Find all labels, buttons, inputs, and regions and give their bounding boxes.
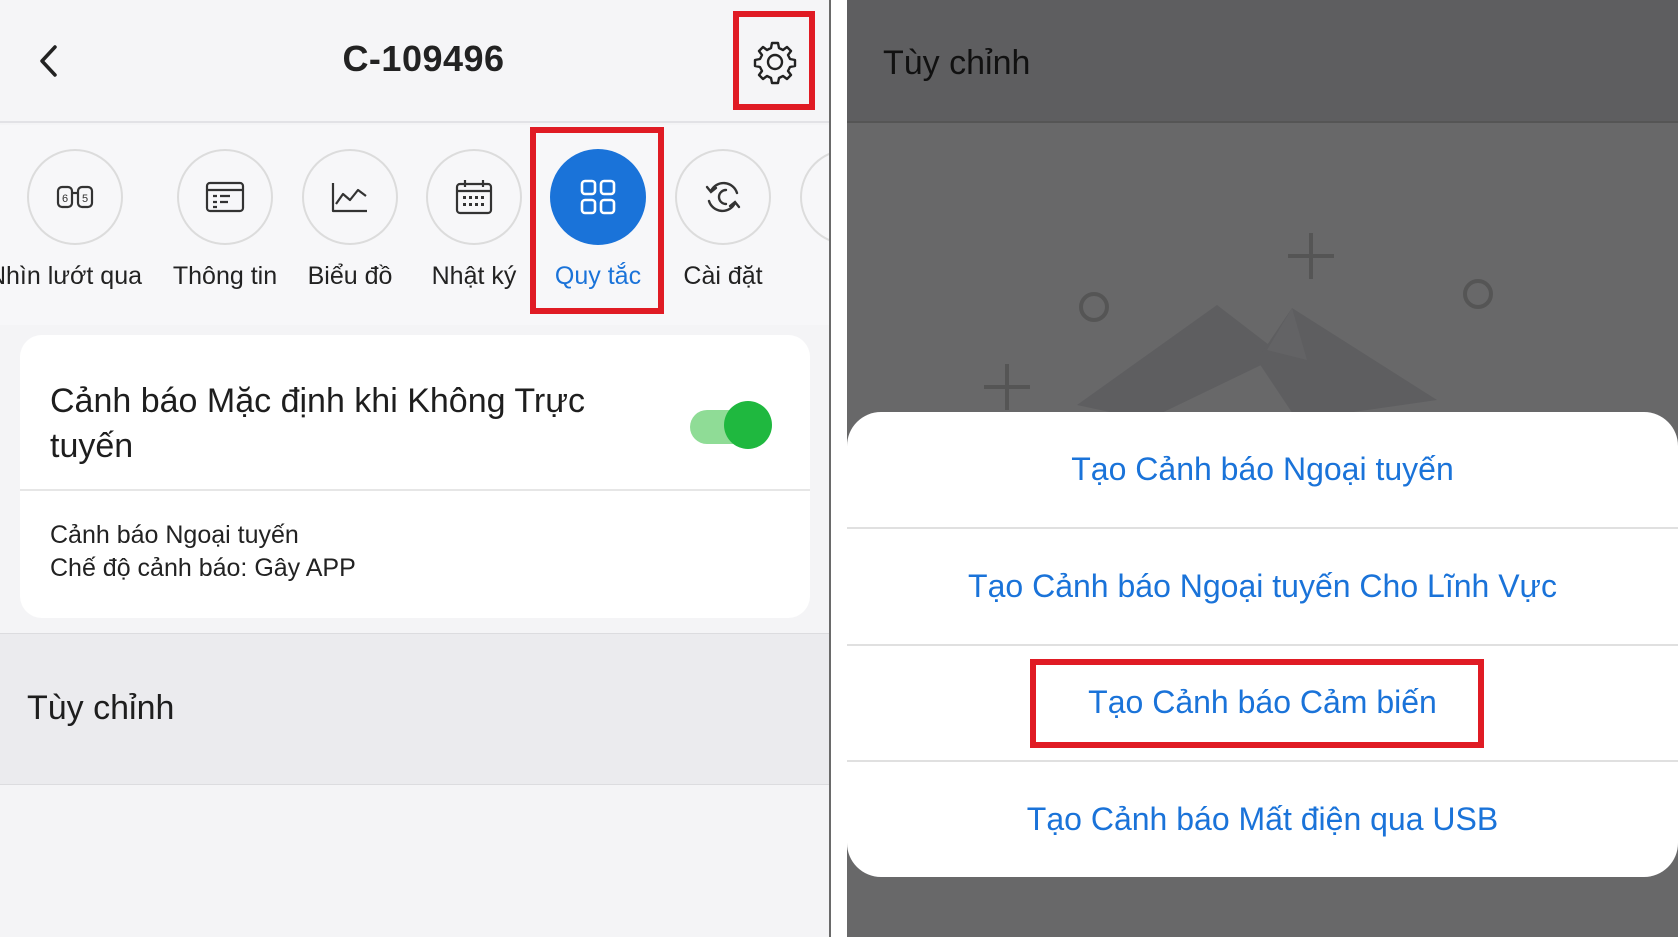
- alert-type-text: Cảnh báo Ngoại tuyến: [50, 521, 299, 549]
- custom-section[interactable]: Tùy chỉnh: [0, 633, 829, 785]
- feature-tabs: 65 Nhìn lướt qua Thông tin Biểu đồ Nhật …: [0, 125, 829, 325]
- tab-more[interactable]: A: [768, 125, 829, 305]
- calendar-log-icon: [426, 149, 522, 245]
- action-sheet: Tạo Cảnh báo Ngoại tuyến Tạo Cảnh báo Ng…: [847, 412, 1678, 877]
- device-title: C-109496: [342, 38, 505, 79]
- empty-area: [0, 786, 829, 937]
- gear-icon: [753, 41, 797, 85]
- svg-text:5: 5: [82, 193, 88, 205]
- create-field-offline-alert-option[interactable]: Tạo Cảnh báo Ngoại tuyến Cho Lĩnh Vực: [847, 529, 1678, 644]
- settings-button[interactable]: [745, 32, 805, 92]
- panel-gap: [829, 0, 847, 937]
- glasses-icon: 65: [27, 149, 123, 245]
- device-rules-screen: C-109496 65 Nhìn lướt qua Thông tin Biểu…: [0, 0, 829, 937]
- panel-divider: [829, 0, 831, 937]
- alert-mode-text: Chế độ cảnh báo: Gây APP: [50, 554, 356, 582]
- top-bar: C-109496: [0, 0, 829, 123]
- refresh-settings-icon: [675, 149, 771, 245]
- card-title: Cảnh báo Mặc định khi Không Trực tuyến: [50, 382, 585, 465]
- create-offline-alert-option[interactable]: Tạo Cảnh báo Ngoại tuyến: [847, 412, 1678, 527]
- tab-label: A: [734, 262, 829, 291]
- divider: [20, 489, 810, 491]
- line-chart-icon: [302, 149, 398, 245]
- svg-text:6: 6: [62, 193, 68, 205]
- create-usb-power-loss-alert-option[interactable]: Tạo Cảnh báo Mất điện qua USB: [847, 762, 1678, 877]
- toggle-knob: [724, 401, 772, 449]
- default-offline-alert-card[interactable]: Cảnh báo Mặc định khi Không Trực tuyến C…: [20, 335, 810, 618]
- custom-alert-menu-screen: Tùy chỉnh Tạo Cảnh báo Ngoại tuyến Tạo C…: [847, 0, 1678, 937]
- partial-tab-icon: [800, 149, 829, 245]
- create-sensor-alert-option[interactable]: Tạo Cảnh báo Cảm biến: [847, 645, 1678, 760]
- custom-label: Tùy chỉnh: [27, 689, 175, 727]
- grid-rules-icon: [550, 149, 646, 245]
- alert-toggle[interactable]: [690, 401, 772, 449]
- info-card-icon: [177, 149, 273, 245]
- empty-state-illustration: [984, 233, 1493, 420]
